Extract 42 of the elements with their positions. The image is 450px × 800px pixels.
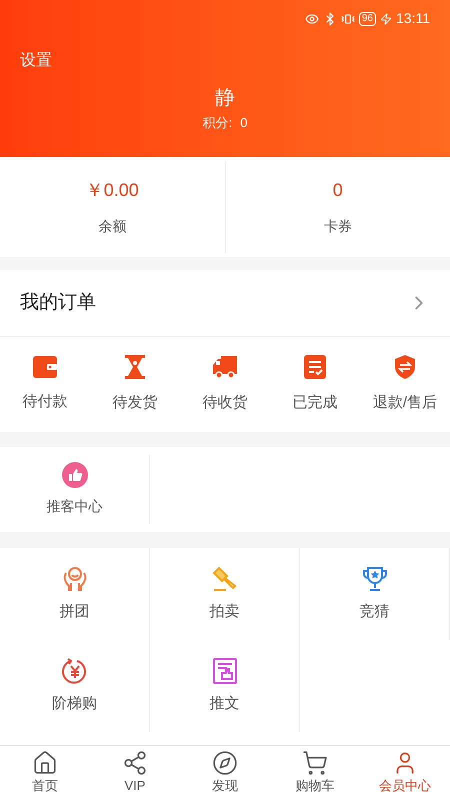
wallet-value[interactable]: ￥0.00 xyxy=(86,177,139,204)
thumbs-up-icon xyxy=(62,462,88,488)
order-status-item[interactable]: 待收货 xyxy=(180,354,270,415)
status-time: 13:11 xyxy=(396,9,430,28)
hourglass-icon xyxy=(123,354,147,380)
order-status-item[interactable]: 已完成 xyxy=(270,354,360,415)
yen-cycle-icon xyxy=(60,656,88,685)
checklist-icon xyxy=(303,354,327,380)
points-value: 0 xyxy=(240,114,248,132)
order-status-item[interactable]: 待付款 xyxy=(0,355,90,414)
wallet-label: 余额 xyxy=(98,217,126,236)
tab-bar-item[interactable]: 发现 xyxy=(180,746,270,800)
eye-icon xyxy=(304,12,319,26)
tab-bar-item[interactable]: 购物车 xyxy=(270,746,360,800)
tab-bar-item[interactable]: 会员中心 xyxy=(360,746,450,800)
tab-bar-item[interactable]: VIP xyxy=(90,746,180,800)
article-icon xyxy=(210,656,238,685)
menu-item[interactable]: 拍卖 xyxy=(150,548,300,640)
order-status-item[interactable]: 退款/售后 xyxy=(360,354,450,415)
cart-icon xyxy=(302,750,328,776)
share-icon xyxy=(122,750,148,776)
order-status-item[interactable]: 待发货 xyxy=(90,354,180,415)
username: 静 xyxy=(215,86,235,111)
menu-item[interactable]: 竞猜 xyxy=(300,548,450,640)
wallet-value[interactable]: 0 xyxy=(332,177,343,204)
tab-bar-item[interactable]: 首页 xyxy=(0,746,90,800)
orders-title: 我的订单 xyxy=(20,290,96,315)
shield-icon xyxy=(393,354,417,380)
trophy-icon xyxy=(360,564,388,593)
charging-icon xyxy=(380,12,392,24)
menu-item[interactable]: 推文 xyxy=(150,640,300,732)
menu-item[interactable]: 阶梯购 xyxy=(0,640,150,732)
points-label: 积分: xyxy=(202,114,232,132)
wallet-icon xyxy=(32,355,58,380)
truck-icon xyxy=(211,354,239,380)
compass-icon xyxy=(212,750,238,776)
wallet-label: 卡券 xyxy=(324,217,352,236)
menu-item[interactable]: 拼团 xyxy=(0,548,150,640)
gavel-icon xyxy=(210,564,238,593)
home-icon xyxy=(32,750,58,776)
battery-level: 96 xyxy=(358,12,376,26)
vibrate-icon xyxy=(340,12,355,26)
